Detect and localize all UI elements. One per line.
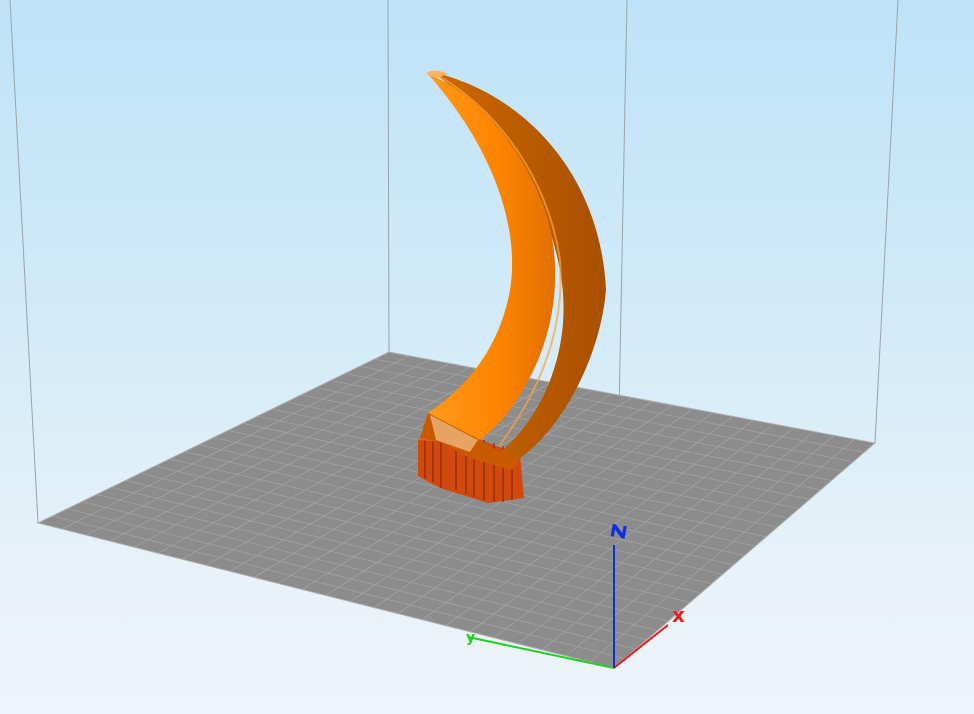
scene-canvas[interactable]: x y z xyxy=(0,0,974,714)
y-axis-label: y xyxy=(466,630,475,646)
x-axis-label: x xyxy=(672,603,685,627)
3d-viewport[interactable]: x y z xyxy=(0,0,974,714)
